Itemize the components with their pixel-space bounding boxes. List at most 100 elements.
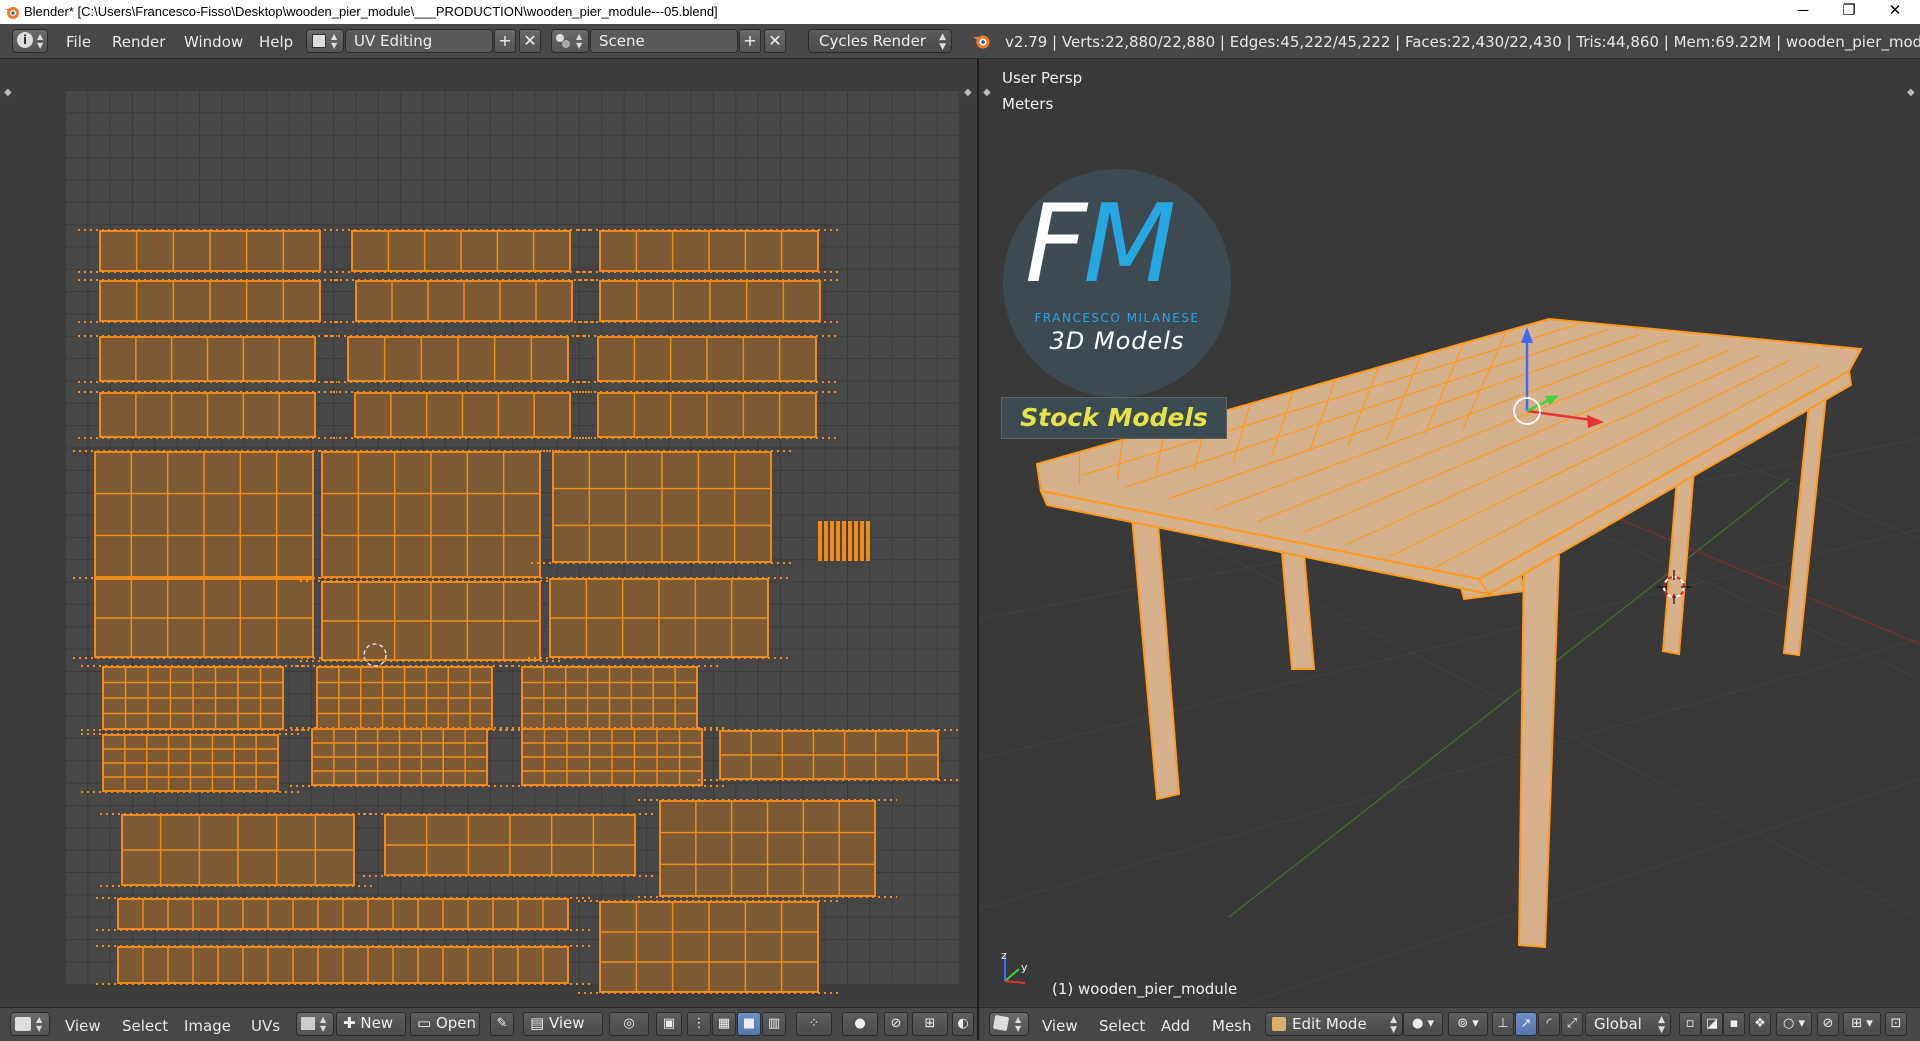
uv-island[interactable]	[96, 946, 590, 984]
view3d-menu-select[interactable]: Select	[1099, 1017, 1145, 1035]
minimize-button[interactable]: ─	[1780, 0, 1826, 24]
snap-toggle-icon[interactable]: ⊘	[1817, 1012, 1839, 1036]
uv-menu-uvs[interactable]: UVs	[251, 1017, 280, 1035]
editor-type-3d-button[interactable]: ▲▼	[989, 1012, 1029, 1036]
uv-island[interactable]	[500, 728, 724, 786]
uv-island[interactable]	[578, 230, 840, 272]
face-select-mode-icon[interactable]: ▪	[1723, 1012, 1745, 1036]
uv-small-cluster[interactable]	[818, 521, 870, 561]
screen-layout-field[interactable]: UV Editing	[345, 29, 493, 53]
remove-scene-button[interactable]: ✕	[764, 29, 786, 53]
uv-island[interactable]	[78, 230, 342, 272]
editor-type-button[interactable]: ▲▼	[10, 1012, 50, 1036]
render-engine-dropdown[interactable]: Cycles Render ▲▼	[808, 29, 952, 53]
uv-island[interactable]	[81, 734, 300, 792]
close-button[interactable]: ✕	[1872, 0, 1918, 24]
pivot-point-icon[interactable]: ⊚ ▾	[1448, 1012, 1488, 1036]
viewport-shading-icon[interactable]: ● ▾	[1403, 1012, 1443, 1036]
screen-layout-icon[interactable]: ▲▼	[306, 29, 344, 53]
edge-select-mode-icon[interactable]: ◪	[1701, 1012, 1723, 1036]
uv-edge-select-icon[interactable]: ▦	[712, 1012, 736, 1036]
uv-island[interactable]	[81, 666, 305, 730]
table-leg[interactable]	[1784, 384, 1827, 655]
menu-help[interactable]: Help	[259, 33, 293, 51]
occlude-geometry-icon[interactable]: ❖	[1749, 1012, 1771, 1036]
uv-vertex-select-icon[interactable]: ⋮	[687, 1012, 711, 1036]
open-image-button[interactable]: ▭ Open	[410, 1012, 480, 1036]
new-image-button[interactable]: ✚ New	[336, 1012, 406, 1036]
uv-island[interactable]	[300, 451, 562, 578]
add-layout-button[interactable]: +	[494, 29, 516, 53]
uv-island[interactable]	[300, 581, 562, 661]
uv-sync-icon[interactable]: ⊞	[912, 1012, 948, 1036]
properties-toggle-icon[interactable]: ◆	[964, 87, 972, 98]
uv-menu-select[interactable]: Select	[122, 1017, 168, 1035]
uv-island[interactable]	[73, 578, 335, 658]
view3d-menu-add[interactable]: Add	[1161, 1017, 1190, 1035]
toolshelf-toggle-icon[interactable]: ◆	[4, 87, 12, 98]
interaction-mode-dropdown[interactable]: Edit Mode ▲▼	[1265, 1012, 1403, 1036]
view3d-menu-view[interactable]: View	[1042, 1017, 1078, 1035]
uv-island[interactable]	[78, 280, 342, 322]
render-slot-icon[interactable]: ◐	[952, 1012, 974, 1036]
uv-island[interactable]	[295, 666, 514, 730]
uv-island[interactable]	[698, 730, 960, 780]
proportional-editing-icon[interactable]: ○ ▾	[1776, 1012, 1812, 1036]
menu-render[interactable]: Render	[112, 33, 165, 51]
pivot-icon[interactable]: ◎	[609, 1012, 649, 1036]
snap-target-icon[interactable]: ⊡	[1885, 1012, 1907, 1036]
uv-island[interactable]	[576, 336, 838, 382]
uv-image-editor[interactable]: ◆ ◆	[0, 59, 977, 1006]
uv-island[interactable]	[500, 666, 719, 730]
toolshelf-toggle-icon[interactable]: ◆	[983, 87, 991, 98]
uv-island[interactable]	[528, 578, 790, 658]
image-browse-button[interactable]: ▲▼	[296, 1012, 334, 1036]
view3d-menu-mesh[interactable]: Mesh	[1212, 1017, 1252, 1035]
uv-island[interactable]	[576, 392, 838, 438]
table-leg[interactable]	[1519, 554, 1559, 947]
properties-toggle-icon[interactable]: ◆	[1907, 87, 1915, 98]
pin-icon[interactable]: ✎	[490, 1012, 514, 1036]
uv-island[interactable]	[73, 451, 335, 578]
add-scene-button[interactable]: +	[739, 29, 761, 53]
remove-layout-button[interactable]: ✕	[519, 29, 541, 53]
uv-menu-view[interactable]: View	[65, 1017, 101, 1035]
menu-window[interactable]: Window	[184, 33, 243, 51]
menu-file[interactable]: File	[66, 33, 91, 51]
uv-island[interactable]	[363, 814, 657, 876]
uv-island[interactable]	[578, 901, 840, 993]
rotate-manipulator-icon[interactable]: ◜	[1538, 1012, 1560, 1036]
uv-island[interactable]	[100, 814, 376, 886]
uv-island-select-icon[interactable]: ▥	[762, 1012, 786, 1036]
uv-island[interactable]	[531, 451, 793, 563]
vertex-select-mode-icon[interactable]: ▫	[1679, 1012, 1701, 1036]
snap-element-icon[interactable]: ⊞ ▾	[1843, 1012, 1881, 1036]
link-icon[interactable]: ⊘	[884, 1012, 908, 1036]
translate-manipulator-icon[interactable]: ↗	[1515, 1012, 1537, 1036]
proportional-edit-icon[interactable]: ●	[842, 1012, 878, 1036]
scene-field[interactable]: Scene	[590, 29, 738, 53]
table-leg[interactable]	[1281, 540, 1314, 669]
uv-island[interactable]	[330, 230, 592, 272]
uv-islands[interactable]	[0, 59, 977, 1006]
uv-menu-image[interactable]: Image	[184, 1017, 231, 1035]
uv-island[interactable]	[78, 392, 337, 438]
uv-island[interactable]	[326, 336, 590, 382]
uv-island[interactable]	[96, 898, 590, 930]
manipulator-toggle-icon[interactable]: ⊥	[1492, 1012, 1514, 1036]
uv-island[interactable]	[290, 728, 509, 786]
uv-face-select-icon[interactable]: ■	[737, 1012, 761, 1036]
editor-type-info-button[interactable]: i ▲▼	[12, 29, 48, 53]
uv-island[interactable]	[333, 392, 592, 438]
uv-island[interactable]	[638, 800, 897, 897]
uv-island[interactable]	[78, 336, 337, 382]
scale-manipulator-icon[interactable]: ⤢	[1561, 1012, 1583, 1036]
scene-icon[interactable]: ▲▼	[551, 29, 589, 53]
uv-island[interactable]	[578, 280, 842, 322]
sticky-select-icon[interactable]: ▣	[656, 1012, 682, 1036]
uv-island[interactable]	[334, 280, 594, 322]
view-mode-dropdown[interactable]: ▤ View	[523, 1012, 603, 1036]
transform-orientation-dropdown[interactable]: Global ▲▼	[1585, 1012, 1671, 1036]
uv-snap-icon[interactable]: ⁘	[796, 1012, 832, 1036]
maximize-button[interactable]: ❐	[1826, 0, 1872, 24]
